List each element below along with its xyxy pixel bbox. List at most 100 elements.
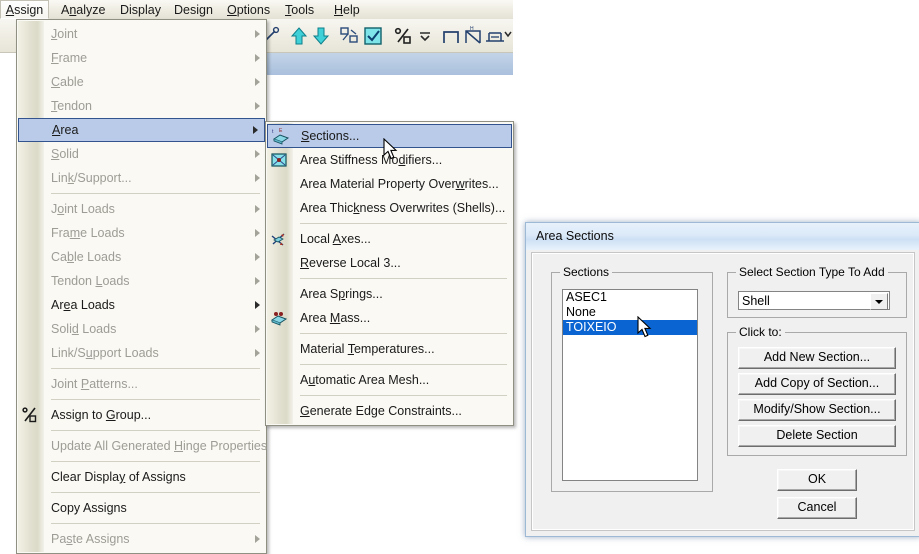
submenu-arrow-icon [255, 229, 260, 237]
assign-group-toolbar-icon[interactable] [392, 25, 414, 47]
move-up-icon[interactable] [288, 25, 310, 47]
menu-item-label: Link/Support Loads [51, 346, 159, 360]
section-type-combobox[interactable]: Shell [738, 291, 890, 310]
menu-item-copy-assigns[interactable]: Copy Assigns [17, 496, 266, 520]
view-canvas [262, 75, 514, 109]
menu-bar-item-assign[interactable]: Assign [0, 0, 49, 19]
section-type-value: Shell [742, 294, 770, 308]
menu-item-area-stiffness-modifiers[interactable]: Area Stiffness Modifiers... [266, 148, 513, 172]
menu-accel-n: n [69, 3, 77, 17]
menu-item-assign-to-group[interactable]: Assign to Group... [17, 403, 266, 427]
section-list-item[interactable]: ASEC1 [563, 290, 697, 305]
dialog-title-bar: Area Sections [526, 223, 919, 250]
submenu-arrow-icon [255, 54, 260, 62]
menu-separator [300, 278, 507, 279]
add-new-section-button[interactable]: Add New Section... [738, 347, 896, 369]
portal-frame-icon[interactable] [440, 25, 462, 47]
menu-item-label: Reverse Local 3... [300, 256, 401, 270]
menu-bar: Assign Analyze Display Design Options To… [0, 0, 513, 19]
menu-item-joint-patterns: Joint Patterns... [17, 372, 266, 396]
menu-item-link-support-loads: Link/Support Loads [17, 341, 266, 365]
area-mass-icon [270, 309, 288, 327]
menu-label-assign: ssign [14, 3, 44, 17]
menu-item-generate-edge-constraints[interactable]: Generate Edge Constraints... [266, 399, 513, 423]
move-down-icon[interactable] [310, 25, 332, 47]
svg-text:H: H [470, 26, 474, 32]
assign-dropdown-menu[interactable]: Joint Frame Cable Tendon Area Solid Link/Suppo… [16, 19, 267, 554]
ok-button[interactable]: OK [777, 469, 857, 491]
sections-listbox[interactable]: ASEC1 None TOIXEIO [562, 289, 698, 481]
menu-item-automatic-area-mesh[interactable]: Automatic Area Mesh... [266, 368, 513, 392]
menu-bar-item-help[interactable]: Help [327, 2, 367, 18]
menu-item-label: Area Thickness Overwrites (Shells)... [300, 201, 506, 215]
submenu-arrow-icon [255, 78, 260, 86]
menu-item-area-mass[interactable]: Area Mass... [266, 306, 513, 330]
area-submenu[interactable]: t E Sections... Area Stiffness Modifiers...… [265, 121, 514, 426]
menu-item-joint-loads: Joint Loads [17, 197, 266, 221]
menu-item-label: Material Temperatures... [300, 342, 435, 356]
menu-item-label: Solid Loads [51, 322, 117, 336]
menu-item-label: Sections... [301, 129, 360, 143]
menu-item-clear-display-of-assigns[interactable]: Clear Display of Assigns [17, 465, 266, 489]
section-list-item[interactable]: None [563, 305, 697, 320]
local-axes-icon [270, 230, 288, 248]
menu-item-label: Area Loads [51, 298, 115, 312]
chevron-down-icon[interactable] [870, 293, 888, 310]
menu-accel-h: H [334, 3, 344, 17]
view-title-band [262, 53, 513, 76]
menu-separator [51, 399, 260, 400]
svg-text:E: E [279, 128, 283, 134]
menu-item-area-material-property-overwrites[interactable]: Area Material Property Overwrites... [266, 172, 513, 196]
menu-bar-item-design[interactable]: Design [167, 2, 220, 18]
menu-item-area[interactable]: Area [18, 118, 265, 142]
menu-separator [51, 430, 260, 431]
assign-to-group-icon [21, 406, 39, 424]
dialog-body: Sections ASEC1 None TOIXEIO Select Section… [531, 252, 915, 531]
modify-show-section-button[interactable]: Modify/Show Section... [738, 399, 896, 421]
submenu-arrow-icon [255, 174, 260, 182]
menu-bar-item-options[interactable]: Options [220, 2, 277, 18]
menu-separator [300, 333, 507, 334]
menu-item-tendon: Tendon [17, 94, 266, 118]
menu-item-label: Joint [51, 27, 78, 41]
menu-item-reverse-local-3[interactable]: Reverse Local 3... [266, 251, 513, 275]
menu-item-area-loads[interactable]: Area Loads [17, 293, 266, 317]
menu-item-area-thickness-overwrites-shells[interactable]: Area Thickness Overwrites (Shells)... [266, 196, 513, 220]
click-to-group: Click to: Add New Section... Add Copy of… [727, 325, 907, 456]
submenu-arrow-icon [255, 325, 260, 333]
submenu-arrow-icon [255, 205, 260, 213]
area-sections-icon: tE [272, 128, 290, 146]
submenu-arrow-icon [255, 253, 260, 261]
toolbar-overflow-icon[interactable] [418, 27, 440, 49]
area-sections-dialog: Area Sections Sections ASEC1 None TOIXEIO … [525, 222, 919, 537]
menu-accel-t: T [285, 3, 292, 17]
sections-group: Sections ASEC1 None TOIXEIO [551, 265, 713, 492]
menu-item-label: Cable [51, 75, 84, 89]
menu-item-label: Solid [51, 147, 79, 161]
cancel-button[interactable]: Cancel [777, 497, 857, 519]
braced-frame-icon[interactable]: H [462, 25, 484, 47]
menu-separator [51, 368, 260, 369]
check-box-icon[interactable] [362, 25, 384, 47]
menu-bar-item-analyze[interactable]: Analyze [54, 2, 112, 18]
menu-item-material-temperatures[interactable]: Material Temperatures... [266, 337, 513, 361]
menu-separator [300, 364, 507, 365]
menu-item-sections[interactable]: t E Sections... [267, 124, 512, 148]
menu-item-cable: Cable [17, 70, 266, 94]
menu-item-local-axes[interactable]: Local Axes... [266, 227, 513, 251]
menu-item-label: Update All Generated Hinge Properties [51, 439, 268, 453]
toolbar-more-icon[interactable] [503, 27, 525, 49]
menu-bar-item-tools[interactable]: Tools [278, 2, 321, 18]
area-stiffness-icon [270, 151, 288, 169]
menu-bar-item-display[interactable]: Display [113, 2, 168, 18]
menu-accel-o: O [227, 3, 237, 17]
add-copy-of-section-button[interactable]: Add Copy of Section... [738, 373, 896, 395]
delete-section-button[interactable]: Delete Section [738, 425, 896, 447]
menu-item-area-springs[interactable]: Area Springs... [266, 282, 513, 306]
section-list-item[interactable]: TOIXEIO [563, 320, 697, 335]
menu-item-label: Paste Assigns [51, 532, 130, 546]
menu-item-label: Local Axes... [300, 232, 371, 246]
menu-item-update-all-generated-hinge-properties: Update All Generated Hinge Properties [17, 434, 268, 458]
menu-item-label: Area Stiffness Modifiers... [300, 153, 443, 167]
select-all-icon[interactable] [338, 25, 360, 47]
